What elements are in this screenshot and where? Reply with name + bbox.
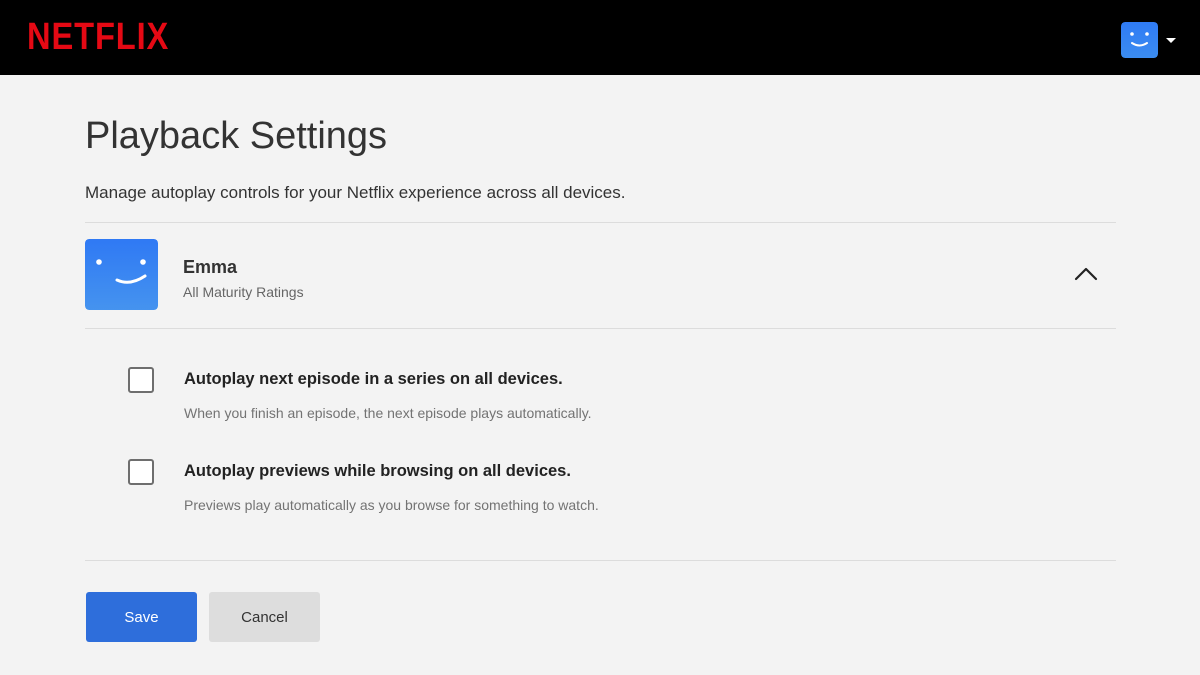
option-description: Previews play automatically as you brows… — [184, 497, 599, 513]
profile-row-emma[interactable]: Emma All Maturity Ratings — [85, 239, 1116, 310]
autoplay-previews-checkbox[interactable] — [128, 459, 154, 485]
caret-down-icon[interactable] — [1166, 37, 1176, 43]
smiley-profile-avatar-icon — [85, 239, 158, 310]
top-navigation-bar: NETFLIX — [0, 0, 1200, 75]
account-menu[interactable] — [1121, 22, 1176, 58]
divider — [85, 560, 1116, 561]
option-title: Autoplay previews while browsing on all … — [184, 462, 571, 480]
option-title: Autoplay next episode in a series on all… — [184, 370, 563, 388]
netflix-logo[interactable]: NETFLIX — [27, 16, 169, 59]
chevron-up-icon[interactable] — [1073, 264, 1099, 284]
smiley-profile-icon[interactable] — [1121, 22, 1158, 58]
option-description: When you finish an episode, the next epi… — [184, 405, 592, 421]
autoplay-next-episode-checkbox[interactable] — [128, 367, 154, 393]
page-title: Playback Settings — [85, 115, 388, 157]
page-subtitle: Manage autoplay controls for your Netfli… — [85, 183, 626, 202]
divider — [85, 222, 1116, 223]
profile-maturity-rating: All Maturity Ratings — [183, 284, 304, 300]
save-button[interactable]: Save — [86, 592, 197, 642]
profile-name: Emma — [183, 257, 238, 277]
divider — [85, 328, 1116, 329]
cancel-button[interactable]: Cancel — [209, 592, 320, 642]
